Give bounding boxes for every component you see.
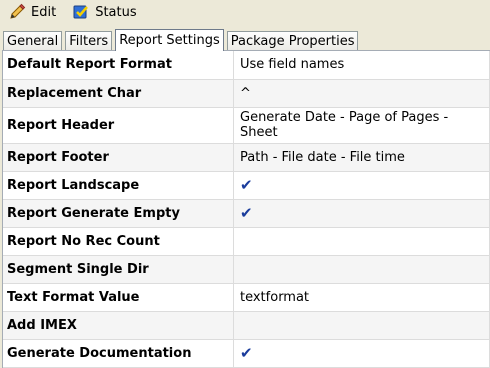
property-row[interactable]: Add IMEX (3, 311, 490, 340)
property-value[interactable] (233, 227, 490, 256)
status-button[interactable]: Status (72, 3, 137, 21)
edit-button[interactable]: Edit (8, 3, 56, 21)
pencil-icon (8, 3, 26, 21)
property-name: Report Landscape (3, 171, 234, 200)
property-value[interactable]: Path - File date - File time (233, 143, 490, 172)
property-row[interactable]: Report Header Generate Date - Page of Pag… (3, 107, 490, 144)
property-name: Text Format Value (3, 283, 234, 312)
tab-report-settings[interactable]: Report Settings (115, 29, 224, 51)
property-name: Default Report Format (3, 51, 234, 80)
property-name: Segment Single Dir (3, 255, 234, 284)
property-value[interactable]: Generate Date - Page of Pages - Sheet (233, 107, 490, 144)
property-row[interactable]: Report No Rec Count (3, 227, 490, 256)
tab-package-properties[interactable]: Package Properties (226, 31, 359, 50)
tab-strip: General Filters Report Settings Package Pro… (0, 28, 490, 51)
property-row[interactable]: Segment Single Dir (3, 255, 490, 284)
tab-general[interactable]: General (3, 31, 63, 50)
status-icon (72, 3, 90, 21)
property-row[interactable]: Default Report Format Use field names (3, 51, 490, 80)
property-name: Report No Rec Count (3, 227, 234, 256)
status-label: Status (95, 4, 137, 20)
property-row[interactable]: Report Landscape ✔ (3, 171, 490, 200)
tab-filters[interactable]: Filters (65, 31, 113, 50)
property-value[interactable]: ^ (233, 79, 490, 108)
property-value[interactable]: ✔ (233, 199, 490, 228)
property-name: Report Footer (3, 143, 234, 172)
checkmark-icon: ✔ (240, 176, 253, 194)
checkmark-icon: ✔ (240, 344, 253, 362)
property-value[interactable] (233, 311, 490, 340)
property-row[interactable]: Report Footer Path - File date - File tim… (3, 143, 490, 172)
property-row[interactable]: Text Format Value textformat (3, 283, 490, 312)
property-value[interactable] (233, 255, 490, 284)
property-name: Replacement Char (3, 79, 234, 108)
property-grid: Default Report Format Use field names Repl… (2, 50, 490, 368)
property-row[interactable]: Replacement Char ^ (3, 79, 490, 108)
property-name: Generate Documentation (3, 339, 234, 368)
property-value[interactable]: ✔ (233, 171, 490, 200)
property-value[interactable]: textformat (233, 283, 490, 312)
toolbar: Edit Status (0, 0, 490, 24)
checkmark-icon: ✔ (240, 204, 253, 222)
edit-label: Edit (31, 4, 57, 20)
property-name: Report Generate Empty (3, 199, 234, 228)
property-row[interactable]: Generate Documentation ✔ (3, 339, 490, 368)
property-value[interactable]: ✔ (233, 339, 490, 368)
property-value[interactable]: Use field names (233, 51, 490, 80)
property-name: Add IMEX (3, 311, 234, 340)
property-row[interactable]: Report Generate Empty ✔ (3, 199, 490, 228)
property-name: Report Header (3, 107, 234, 144)
